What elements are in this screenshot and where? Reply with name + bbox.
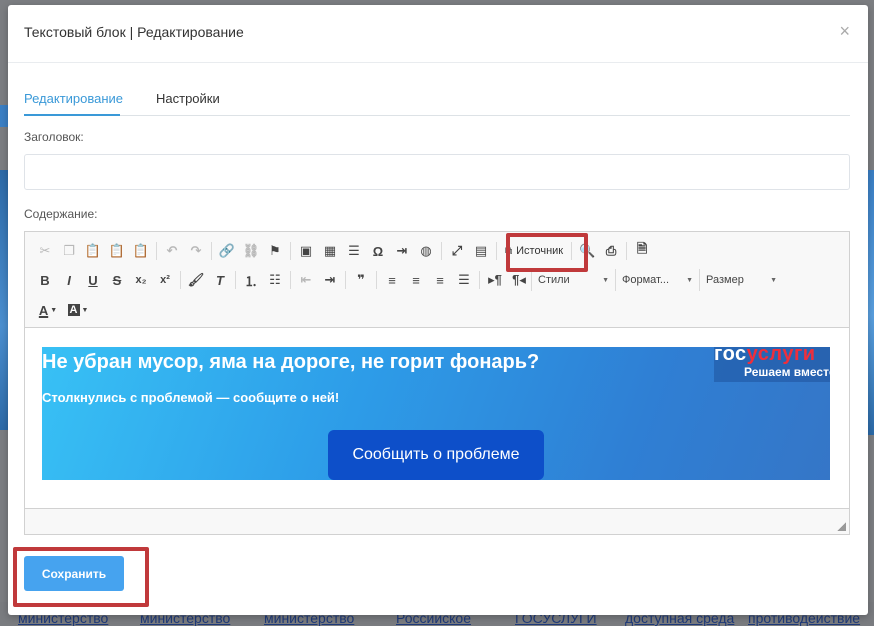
outdent-icon[interactable]: ⇤ [294, 268, 318, 292]
paste-icon[interactable]: 📋 [81, 239, 105, 263]
text-direction-rtl-icon[interactable]: ¶◂ [507, 268, 531, 292]
special-char-omega-icon[interactable]: Ω [366, 239, 390, 263]
iframe-globe-icon[interactable]: ◍ [414, 239, 438, 263]
align-left-icon[interactable]: ≡ [380, 268, 404, 292]
print-icon[interactable]: ⎙ [599, 239, 623, 263]
maximize-icon[interactable]: ⤢ [445, 239, 469, 263]
toolbar-row-1: ✂ ❐ 📋 📋 📋 ↶ ↷ 🔗 ⛓ ⚑ ▣ ▦ ☰ Ω ⇥ ◍ ⤢ ▤ ⧉ Ис… [33, 239, 654, 263]
toolbar-row-2: B I U S x₂ x² 🖌 T ⒈ ☷ ⇤ ⇥ ❞ ≡ ≡ ≡ ☰ ▸¶ ¶… [33, 268, 783, 292]
superscript-icon[interactable]: x² [153, 268, 177, 292]
background-color-icon[interactable]: A ▼ [63, 298, 93, 322]
toolbar-separator [441, 242, 442, 260]
bold-icon[interactable]: B [33, 268, 57, 292]
preview-icon[interactable]: 🔍 [575, 239, 599, 263]
gosuslugi-banner-image: Не убран мусор, яма на дороге, не горит … [42, 347, 830, 480]
editor-content-area[interactable]: Не убран мусор, яма на дороге, не горит … [25, 328, 849, 508]
chevron-down-icon: ▼ [686, 276, 693, 284]
remove-format-icon[interactable]: T [208, 268, 232, 292]
tab-bar: Редактирование Настройки [24, 91, 850, 116]
strikethrough-icon[interactable]: S [105, 268, 129, 292]
logo-part-white: гос [714, 347, 747, 365]
styles-dropdown[interactable]: Стили ▼ [531, 269, 615, 291]
tab-settings[interactable]: Настройки [156, 91, 236, 116]
gosuslugi-logo: госуслуги Решаем вместе [714, 347, 830, 382]
size-dropdown-label: Размер [706, 274, 744, 286]
text-block-edit-modal: Текстовый блок | Редактирование × Редакт… [8, 5, 868, 615]
source-icon: ⧉ [505, 245, 513, 257]
indent-icon[interactable]: ⇥ [318, 268, 342, 292]
editor-toolbar: ✂ ❐ 📋 📋 📋 ↶ ↷ 🔗 ⛓ ⚑ ▣ ▦ ☰ Ω ⇥ ◍ ⤢ ▤ ⧉ Ис… [25, 232, 849, 328]
anchor-flag-icon[interactable]: ⚑ [263, 239, 287, 263]
toolbar-separator [180, 271, 181, 289]
logo-tagline: Решаем вместе [744, 365, 830, 379]
toolbar-separator [211, 242, 212, 260]
chevron-down-icon: ▼ [770, 276, 777, 284]
toolbar-separator [290, 242, 291, 260]
toolbar-separator [571, 242, 573, 260]
format-dropdown-label: Формат... [622, 274, 670, 286]
horizontal-rule-icon[interactable]: ☰ [342, 239, 366, 263]
banner-subheading: Столкнулись с проблемой — сообщите о ней… [42, 390, 340, 405]
editor-status-bar [25, 508, 849, 534]
title-input[interactable] [24, 154, 850, 190]
paste-word-icon[interactable]: 📋 [129, 239, 153, 263]
gosuslugi-logo-text: госуслуги [714, 347, 816, 366]
copy-icon[interactable]: ❐ [57, 239, 81, 263]
text-direction-ltr-icon[interactable]: ▸¶ [483, 268, 507, 292]
toolbar-separator [626, 242, 628, 260]
banner-heading: Не убран мусор, яма на дороге, не горит … [42, 351, 540, 373]
bulleted-list-icon[interactable]: ☷ [263, 268, 287, 292]
templates-icon[interactable]: 🗎 [630, 239, 654, 263]
table-icon[interactable]: ▦ [318, 239, 342, 263]
toolbar-separator [156, 242, 157, 260]
modal-header: Текстовый блок | Редактирование × [8, 5, 868, 63]
subscript-icon[interactable]: x₂ [129, 268, 153, 292]
numbered-list-icon[interactable]: ⒈ [239, 268, 263, 292]
chevron-down-icon: ▼ [602, 276, 609, 284]
redo-icon[interactable]: ↷ [184, 239, 208, 263]
toolbar-separator [235, 271, 236, 289]
show-blocks-icon[interactable]: ▤ [469, 239, 493, 263]
underline-icon[interactable]: U [81, 268, 105, 292]
close-icon[interactable]: × [839, 22, 850, 40]
source-label: Источник [516, 245, 564, 257]
undo-icon[interactable]: ↶ [160, 239, 184, 263]
toolbar-row-3: A ▼ A ▼ [33, 298, 93, 322]
toolbar-separator [496, 242, 497, 260]
format-dropdown[interactable]: Формат... ▼ [615, 269, 699, 291]
text-color-icon[interactable]: A ▼ [33, 298, 63, 322]
modal-title: Текстовый блок | Редактирование [24, 24, 244, 40]
blockquote-icon[interactable]: ❞ [349, 268, 373, 292]
styles-dropdown-label: Стили [538, 274, 570, 286]
toolbar-separator [376, 271, 377, 289]
toolbar-separator [479, 271, 480, 289]
tab-editing[interactable]: Редактирование [24, 91, 123, 116]
copy-format-brush-icon[interactable]: 🖌 [184, 268, 208, 292]
unlink-icon[interactable]: ⛓ [239, 239, 263, 263]
rich-text-editor: ✂ ❐ 📋 📋 📋 ↶ ↷ 🔗 ⛓ ⚑ ▣ ▦ ☰ Ω ⇥ ◍ ⤢ ▤ ⧉ Ис… [24, 231, 850, 535]
toolbar-separator [345, 271, 346, 289]
background-page-strip [0, 105, 8, 127]
save-button[interactable]: Сохранить [24, 556, 124, 591]
report-problem-button[interactable]: Сообщить о проблеме [328, 430, 544, 480]
source-button[interactable]: ⧉ Источник [500, 239, 568, 263]
align-justify-icon[interactable]: ☰ [452, 268, 476, 292]
link-icon[interactable]: 🔗 [215, 239, 239, 263]
size-dropdown[interactable]: Размер ▼ [699, 269, 783, 291]
cut-icon[interactable]: ✂ [33, 239, 57, 263]
align-center-icon[interactable]: ≡ [404, 268, 428, 292]
paste-text-icon[interactable]: 📋 [105, 239, 129, 263]
toolbar-separator [290, 271, 291, 289]
align-right-icon[interactable]: ≡ [428, 268, 452, 292]
content-label: Содержание: [24, 207, 98, 221]
italic-icon[interactable]: I [57, 268, 81, 292]
resize-handle-icon[interactable] [837, 522, 846, 531]
logo-part-red: услуги [746, 347, 816, 365]
title-label: Заголовок: [24, 130, 84, 144]
page-break-icon[interactable]: ⇥ [390, 239, 414, 263]
background-page-banner-left [0, 170, 8, 430]
image-icon[interactable]: ▣ [294, 239, 318, 263]
